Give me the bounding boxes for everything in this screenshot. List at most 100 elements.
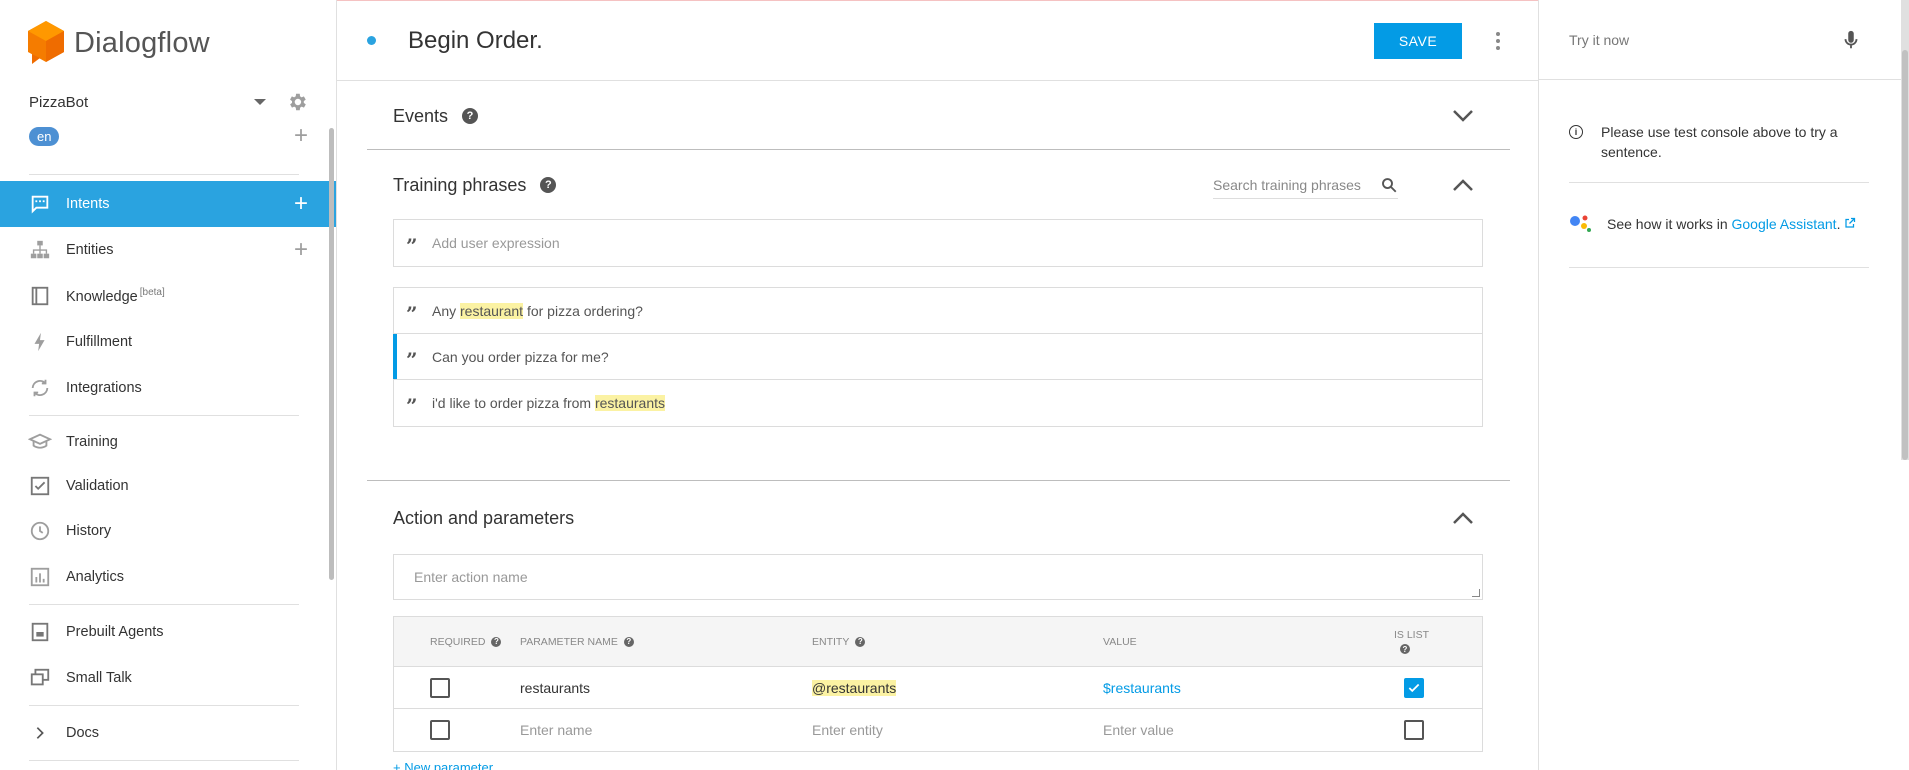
- sidebar-item-label: Integrations: [66, 380, 142, 396]
- training-phrase-list: ” Any restaurant for pizza ordering? ” C…: [393, 287, 1483, 427]
- sidebar-item-training[interactable]: Training: [0, 420, 336, 464]
- entity-input[interactable]: Enter entity: [812, 722, 883, 738]
- external-link-icon[interactable]: [1844, 217, 1856, 229]
- add-expression-box[interactable]: ” Add user expression: [393, 219, 1483, 267]
- info-text: Please use test console above to try a s…: [1601, 124, 1838, 160]
- page-scrollbar[interactable]: [1901, 0, 1909, 460]
- quote-icon: ”: [406, 394, 418, 418]
- dialogflow-logo[interactable]: Dialogflow: [0, 0, 336, 86]
- language-chip[interactable]: en: [29, 126, 60, 146]
- more-options-icon[interactable]: [1496, 31, 1500, 50]
- info-message: i Please use test console above to try a…: [1569, 80, 1869, 183]
- chevron-down-icon[interactable]: [1452, 109, 1474, 123]
- sidebar-item-small-talk[interactable]: Small Talk: [0, 655, 336, 701]
- required-checkbox[interactable]: [430, 677, 450, 698]
- list-item[interactable]: ” Any restaurant for pizza ordering?: [394, 288, 1482, 334]
- sidebar-item-docs[interactable]: Docs: [0, 710, 336, 756]
- resize-handle[interactable]: [1472, 589, 1480, 597]
- value-input[interactable]: Enter value: [1103, 722, 1174, 738]
- phrase-text[interactable]: Any restaurant for pizza ordering?: [432, 302, 643, 319]
- sidebar-item-fulfillment[interactable]: Fulfillment: [0, 319, 336, 365]
- add-intent-icon[interactable]: +: [294, 192, 308, 216]
- ga-text: See how it works in Google Assistant.: [1607, 216, 1856, 232]
- intent-header: Begin Order. SAVE: [337, 1, 1538, 81]
- training-phrases-header[interactable]: Training phrases ? Search training phras…: [367, 151, 1510, 219]
- sidebar-scrollbar[interactable]: [329, 128, 334, 580]
- list-item[interactable]: ” Can you order pizza for me?: [393, 334, 1482, 380]
- sidebar-item-integrations[interactable]: Integrations: [0, 365, 336, 411]
- microphone-icon[interactable]: [1843, 29, 1859, 51]
- table-row: Enter name Enter entity Enter value: [394, 709, 1482, 751]
- sidebar-item-analytics[interactable]: Analytics: [0, 554, 336, 600]
- divider: [29, 705, 299, 706]
- add-expression-row[interactable]: ” Add user expression: [394, 220, 1482, 266]
- events-section: Events ?: [367, 82, 1510, 150]
- parameter-name-input[interactable]: Enter name: [520, 722, 592, 738]
- chevron-up-icon[interactable]: [1452, 178, 1474, 192]
- sidebar-item-prebuilt-agents[interactable]: Prebuilt Agents: [0, 609, 336, 655]
- help-icon[interactable]: ?: [462, 108, 479, 124]
- phrase-text[interactable]: Can you order pizza for me?: [432, 349, 609, 365]
- sidebar-item-label: Validation: [66, 478, 129, 494]
- language-row: en +: [0, 118, 336, 154]
- search-icon[interactable]: [1380, 176, 1398, 194]
- bar-chart-icon: [28, 565, 52, 589]
- action-parameters-header[interactable]: Action and parameters: [367, 482, 1510, 554]
- chevron-up-icon[interactable]: [1452, 511, 1474, 525]
- parameter-name[interactable]: restaurants: [520, 680, 590, 696]
- sidebar-item-history[interactable]: History: [0, 508, 336, 554]
- parameter-value[interactable]: $restaurants: [1103, 680, 1181, 696]
- bolt-icon: [28, 330, 52, 354]
- events-header[interactable]: Events ?: [367, 82, 1510, 150]
- check-icon: [1408, 683, 1420, 692]
- sidebar-item-label: Training: [66, 434, 118, 450]
- sidebar-item-intents[interactable]: Intents +: [0, 181, 336, 227]
- entity-annotation: restaurants: [594, 395, 666, 411]
- try-it-now-bar[interactable]: Try it now: [1539, 0, 1909, 80]
- quote-icon: ”: [406, 347, 418, 372]
- new-parameter-link[interactable]: + New parameter: [393, 760, 1510, 770]
- sidebar-item-entities[interactable]: Entities +: [0, 227, 336, 273]
- chat-icon: [28, 192, 52, 216]
- phrase-text[interactable]: i'd like to order pizza from restaurants: [432, 395, 666, 411]
- add-entity-icon[interactable]: +: [294, 238, 308, 262]
- agent-selector[interactable]: PizzaBot: [0, 86, 336, 118]
- gear-icon[interactable]: [286, 91, 308, 113]
- sidebar: Dialogflow PizzaBot en + Intents + Entit…: [0, 0, 337, 770]
- list-item[interactable]: ” i'd like to order pizza from restauran…: [394, 380, 1482, 426]
- action-parameters-section: Action and parameters Enter action name …: [367, 482, 1510, 770]
- entity-name[interactable]: @restaurants: [812, 679, 897, 696]
- save-button[interactable]: SAVE: [1374, 22, 1462, 59]
- section-title: Events: [393, 105, 449, 126]
- chevron-down-icon[interactable]: [254, 99, 266, 105]
- small-talk-icon: [28, 666, 52, 690]
- search-training-phrases[interactable]: Search training phrases: [1213, 171, 1398, 199]
- help-icon[interactable]: ?: [623, 636, 634, 647]
- divider: [29, 604, 299, 605]
- entity-annotation: restaurant: [460, 302, 524, 319]
- intent-title[interactable]: Begin Order.: [408, 27, 1374, 55]
- divider: [29, 174, 299, 175]
- sidebar-item-label: Intents: [66, 196, 110, 212]
- required-checkbox[interactable]: [430, 720, 450, 740]
- sidebar-item-label: Prebuilt Agents: [66, 624, 164, 640]
- is-list-checkbox[interactable]: [1404, 720, 1424, 740]
- add-expression-input[interactable]: Add user expression: [432, 235, 560, 251]
- sidebar-item-label: Docs: [66, 725, 100, 741]
- is-list-checkbox[interactable]: [1404, 677, 1424, 698]
- help-icon[interactable]: ?: [540, 177, 557, 193]
- search-input[interactable]: Search training phrases: [1213, 177, 1380, 193]
- status-dot: [367, 36, 376, 45]
- add-language-icon[interactable]: +: [294, 124, 308, 148]
- sidebar-item-knowledge[interactable]: Knowledge [beta]: [0, 273, 336, 319]
- chevron-right-icon: [28, 721, 52, 745]
- help-icon[interactable]: ?: [1400, 644, 1410, 654]
- sidebar-item-label: Knowledge [beta]: [66, 287, 165, 305]
- help-icon[interactable]: ?: [855, 636, 866, 647]
- action-name-input[interactable]: Enter action name: [393, 554, 1483, 600]
- sidebar-item-label: Analytics: [66, 569, 125, 585]
- help-icon[interactable]: ?: [491, 636, 502, 647]
- try-it-now-input[interactable]: Try it now: [1569, 32, 1843, 48]
- google-assistant-link[interactable]: Google Assistant: [1732, 216, 1837, 232]
- sidebar-item-validation[interactable]: Validation: [0, 464, 336, 508]
